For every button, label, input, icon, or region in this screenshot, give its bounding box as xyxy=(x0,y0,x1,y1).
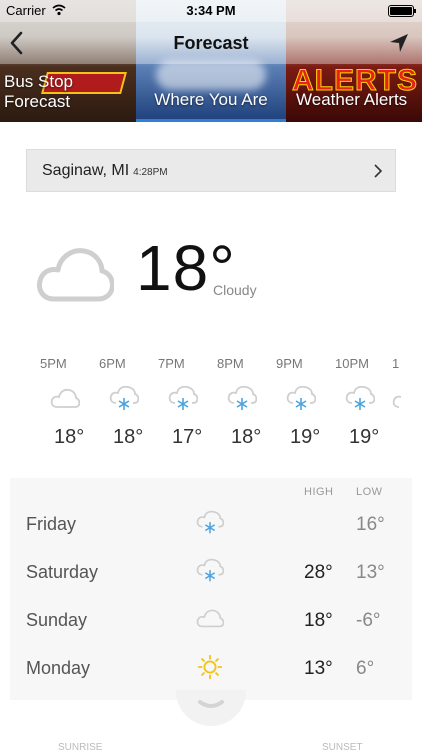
cloud-snow-icon xyxy=(168,386,198,410)
day-row[interactable]: Saturday 28° 13° xyxy=(10,548,412,596)
nav-bar: Forecast xyxy=(0,22,422,64)
low-column-header: LOW xyxy=(356,486,383,498)
expand-handle[interactable] xyxy=(176,690,246,726)
day-low: 16° xyxy=(356,514,385,535)
hour-temp: 19° xyxy=(290,426,321,448)
sunset-label: SUNSET xyxy=(322,742,363,750)
cloud-snow-icon xyxy=(345,386,375,410)
day-name: Friday xyxy=(26,514,77,534)
cloud-icon xyxy=(196,609,224,628)
cloud-icon xyxy=(37,248,114,302)
cloud-snow-icon xyxy=(286,386,316,410)
active-tab-indicator xyxy=(136,119,286,122)
day-name: Sunday xyxy=(26,610,88,630)
day-row[interactable]: Monday 13° 6° xyxy=(10,644,412,692)
day-low: 13° xyxy=(356,562,385,583)
location-arrow-icon[interactable] xyxy=(388,32,410,54)
day-high: 28° xyxy=(304,562,333,583)
hour-column: 7PM 17° xyxy=(158,356,218,448)
day-name: Monday xyxy=(26,658,91,678)
hour-time: 6PM xyxy=(99,356,126,371)
day-row[interactable]: Friday 16° xyxy=(10,500,412,548)
status-time: 3:34 PM xyxy=(186,3,236,18)
day-high: 13° xyxy=(304,658,333,679)
tile-label: Where You Are xyxy=(154,90,268,109)
tile-label: Bus Stop Forecast xyxy=(4,72,73,111)
hour-column: 5PM 18° xyxy=(40,356,100,448)
cloud-snow-icon xyxy=(109,386,139,410)
hour-column: 9PM 19° xyxy=(276,356,336,448)
sunrise-label: SUNRISE xyxy=(58,742,103,750)
hour-column: 8PM 18° xyxy=(217,356,277,448)
day-high: 18° xyxy=(304,610,333,631)
day-low: -6° xyxy=(356,610,381,631)
current-condition: Cloudy xyxy=(213,282,257,298)
hourly-forecast: 5PM 18° 6PM 18° 7PM 17° 8PM 18° 9PM 19° … xyxy=(28,356,422,456)
tile-label: Weather Alerts xyxy=(296,90,408,109)
hour-time: 10PM xyxy=(335,356,369,371)
battery-icon xyxy=(388,5,416,17)
daily-forecast: HIGH LOW Friday 16° Saturday 28° 13° Sun… xyxy=(10,478,412,700)
sky-art xyxy=(156,60,266,90)
hour-temp: 17° xyxy=(172,426,203,448)
hour-time: 9PM xyxy=(276,356,303,371)
location-selector[interactable]: Saginaw, MI 4:28PM xyxy=(26,149,396,192)
chevron-right-icon xyxy=(374,164,383,178)
hour-column: 1 xyxy=(392,356,422,408)
hour-temp: 18° xyxy=(231,426,262,448)
cloud-snow-icon xyxy=(227,386,257,410)
hour-temp: 19° xyxy=(349,426,380,448)
hour-temp: 18° xyxy=(113,426,144,448)
page-title: Forecast xyxy=(173,33,249,53)
hour-column: 6PM 18° xyxy=(99,356,159,448)
cloud-snow-icon xyxy=(196,558,224,582)
day-low: 6° xyxy=(356,658,375,679)
location-time: 4:28PM xyxy=(133,167,168,178)
status-bar: Carrier 3:34 PM xyxy=(0,0,422,22)
location-city: Saginaw, MI 4:28PM xyxy=(42,162,168,179)
hour-time: 1 xyxy=(392,356,400,371)
cloud-snow-icon xyxy=(196,510,224,534)
hour-time: 5PM xyxy=(40,356,67,371)
cloud-icon xyxy=(392,395,402,408)
high-column-header: HIGH xyxy=(304,486,334,498)
hour-column: 10PM 19° xyxy=(335,356,395,448)
hour-time: 7PM xyxy=(158,356,185,371)
chevron-down-icon xyxy=(198,700,224,708)
cloud-icon xyxy=(50,388,80,408)
hour-time: 8PM xyxy=(217,356,244,371)
hour-temp: 18° xyxy=(54,426,85,448)
day-name: Saturday xyxy=(26,562,99,582)
sun-icon xyxy=(197,654,223,680)
day-row[interactable]: Sunday 18° -6° xyxy=(10,596,412,644)
